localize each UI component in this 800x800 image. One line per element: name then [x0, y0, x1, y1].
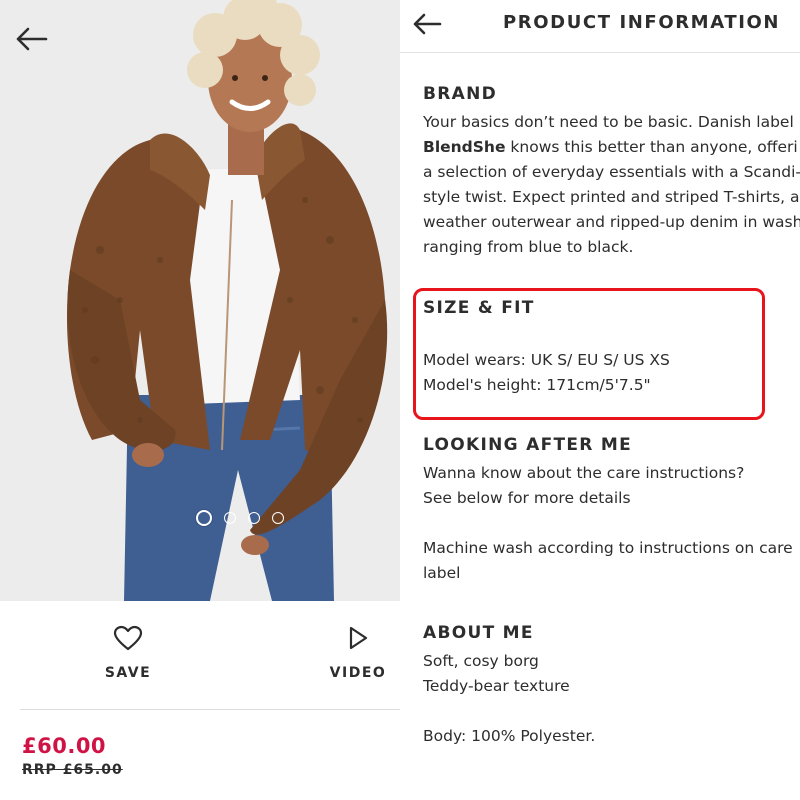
product-actions: SAVE VIDEO [0, 601, 400, 709]
product-information-panel: PRODUCT INFORMATION BRAND Your basics do… [400, 0, 800, 800]
current-price: £60.00 [22, 734, 107, 758]
brand-heading: BRAND [423, 84, 498, 104]
play-icon [349, 626, 368, 650]
product-page: SAVE VIDEO £60.00 RRP £65.00 [0, 0, 400, 800]
brand-section: BRAND Your basics don’t need to be basic… [423, 84, 800, 260]
brand-name: BlendShe [423, 138, 506, 156]
size-fit-highlight-box [413, 288, 765, 420]
about-text-line: Soft, cosy borg [423, 652, 539, 670]
about-text-line: Teddy-bear texture [423, 677, 570, 695]
brand-text-line: BlendShe knows this better than anyone, … [423, 135, 800, 160]
back-button[interactable] [14, 24, 50, 54]
care-text-line: Machine wash according to instructions o… [423, 539, 793, 557]
heart-icon [113, 625, 143, 651]
about-heading: ABOUT ME [423, 623, 534, 643]
brand-text-line: weather outerwear and ripped-up denim in… [423, 213, 800, 231]
brand-text-line: style twist. Expect printed and striped … [423, 188, 800, 206]
care-heading: LOOKING AFTER ME [423, 435, 633, 455]
brand-text-line: a selection of everyday essentials with … [423, 163, 800, 181]
back-arrow-icon [16, 27, 48, 51]
divider [20, 709, 400, 710]
about-section: ABOUT ME Soft, cosy borg Teddy-bear text… [423, 623, 595, 749]
rrp-price: RRP £65.00 [22, 762, 123, 778]
video-label: VIDEO [329, 665, 387, 681]
brand-text-line: Your basics don’t need to be basic. Dani… [423, 113, 794, 131]
carousel-dot[interactable] [248, 512, 260, 524]
carousel-dot-active[interactable] [196, 510, 212, 526]
about-text-line: Body: 100% Polyester. [423, 727, 596, 745]
info-header: PRODUCT INFORMATION [400, 0, 800, 53]
info-back-button[interactable] [412, 10, 444, 38]
save-label: SAVE [104, 665, 152, 681]
care-text-line: label [423, 564, 461, 582]
carousel-dot[interactable] [272, 512, 284, 524]
image-carousel-indicator [196, 510, 284, 526]
page-title: PRODUCT INFORMATION [503, 12, 781, 33]
care-text-line: Wanna know about the care instructions? [423, 464, 745, 482]
save-button[interactable]: SAVE [100, 625, 156, 681]
care-section: LOOKING AFTER ME Wanna know about the ca… [423, 435, 793, 586]
video-button[interactable]: VIDEO [328, 625, 388, 681]
back-arrow-icon [413, 13, 442, 35]
care-text-line: See below for more details [423, 489, 631, 507]
brand-text-fragment: knows this better than anyone, offeri [505, 138, 798, 156]
brand-text-line: ranging from blue to black. [423, 238, 634, 256]
carousel-dot[interactable] [224, 512, 236, 524]
